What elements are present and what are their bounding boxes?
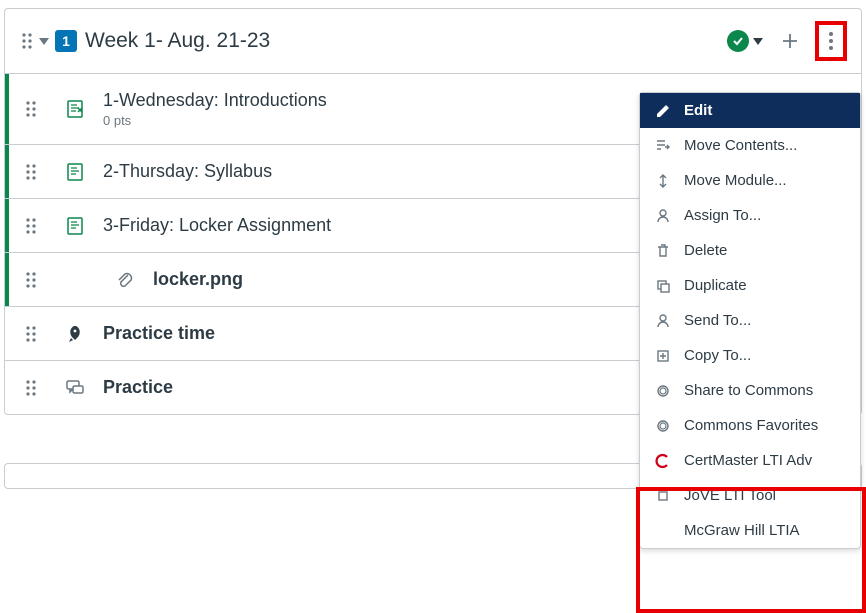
move-module-icon [654, 173, 672, 189]
module-actions [727, 23, 845, 59]
user-icon [654, 208, 672, 224]
menu-label: CertMaster LTI Adv [684, 452, 812, 469]
duplicate-icon [654, 278, 672, 294]
item-title: Practice [103, 377, 173, 398]
drag-handle-icon[interactable] [21, 32, 39, 50]
chevron-down-icon [753, 36, 763, 46]
user-icon [654, 313, 672, 329]
move-contents-icon [654, 138, 672, 154]
module-options-button[interactable] [817, 23, 845, 59]
menu-label: Share to Commons [684, 382, 813, 399]
check-circle-icon [727, 30, 749, 52]
item-body: locker.png [153, 269, 243, 290]
menu-item-edit[interactable]: Edit [640, 93, 860, 128]
copy-icon [654, 348, 672, 364]
collapse-caret-icon[interactable] [39, 36, 55, 46]
menu-label: Edit [684, 102, 712, 119]
drag-handle-icon[interactable] [25, 163, 43, 181]
attachment-icon [111, 270, 139, 290]
menu-label: Duplicate [684, 277, 747, 294]
item-body: 2-Thursday: Syllabus [103, 161, 272, 182]
item-title: Practice time [103, 323, 215, 344]
jove-icon [654, 488, 672, 504]
menu-item-share-commons[interactable]: Share to Commons [640, 373, 860, 408]
menu-label: Move Module... [684, 172, 787, 189]
item-title: locker.png [153, 269, 243, 290]
menu-item-mcgraw[interactable]: McGraw Hill LTIA [640, 513, 860, 548]
rocket-icon [61, 324, 89, 344]
drag-handle-icon[interactable] [25, 217, 43, 235]
menu-item-certmaster[interactable]: CertMaster LTI Adv [640, 443, 860, 478]
pencil-icon [654, 103, 672, 119]
menu-item-commons-favorites[interactable]: Commons Favorites [640, 408, 860, 443]
module-header: 1 Week 1- Aug. 21-23 [5, 9, 861, 74]
module-number-badge: 1 [55, 30, 77, 52]
menu-label: Send To... [684, 312, 751, 329]
menu-item-move-contents[interactable]: Move Contents... [640, 128, 860, 163]
drag-handle-icon[interactable] [25, 325, 43, 343]
item-body: Practice [103, 377, 173, 398]
item-body: 3-Friday: Locker Assignment [103, 215, 331, 236]
menu-label: McGraw Hill LTIA [684, 522, 800, 539]
menu-label: Commons Favorites [684, 417, 818, 434]
menu-item-copy-to[interactable]: Copy To... [640, 338, 860, 373]
menu-item-duplicate[interactable]: Duplicate [640, 268, 860, 303]
commons-icon [654, 418, 672, 434]
trash-icon [654, 243, 672, 259]
drag-handle-icon[interactable] [25, 100, 43, 118]
menu-item-move-module[interactable]: Move Module... [640, 163, 860, 198]
discussion-icon [61, 378, 89, 398]
certmaster-icon [654, 453, 672, 469]
published-status[interactable] [727, 30, 763, 52]
drag-handle-icon[interactable] [25, 271, 43, 289]
page-icon [61, 99, 89, 119]
add-item-button[interactable] [781, 32, 799, 50]
module-title: Week 1- Aug. 21-23 [85, 29, 270, 53]
item-subtitle: 0 pts [103, 113, 327, 128]
commons-icon [654, 383, 672, 399]
menu-label: JoVE LTI Tool [684, 487, 776, 504]
item-body: 1-Wednesday: Introductions 0 pts [103, 90, 327, 128]
menu-label: Assign To... [684, 207, 761, 224]
module-options-menu: Edit Move Contents... Move Module... Ass… [639, 92, 861, 549]
page-icon [61, 216, 89, 236]
menu-item-jove[interactable]: JoVE LTI Tool [640, 478, 860, 513]
menu-item-send-to[interactable]: Send To... [640, 303, 860, 338]
item-title: 1-Wednesday: Introductions [103, 90, 327, 111]
item-title: 3-Friday: Locker Assignment [103, 215, 331, 236]
page-icon [61, 162, 89, 182]
menu-label: Delete [684, 242, 727, 259]
menu-item-delete[interactable]: Delete [640, 233, 860, 268]
item-body: Practice time [103, 323, 215, 344]
drag-handle-icon[interactable] [25, 379, 43, 397]
item-title: 2-Thursday: Syllabus [103, 161, 272, 182]
menu-label: Move Contents... [684, 137, 797, 154]
menu-label: Copy To... [684, 347, 751, 364]
menu-item-assign-to[interactable]: Assign To... [640, 198, 860, 233]
